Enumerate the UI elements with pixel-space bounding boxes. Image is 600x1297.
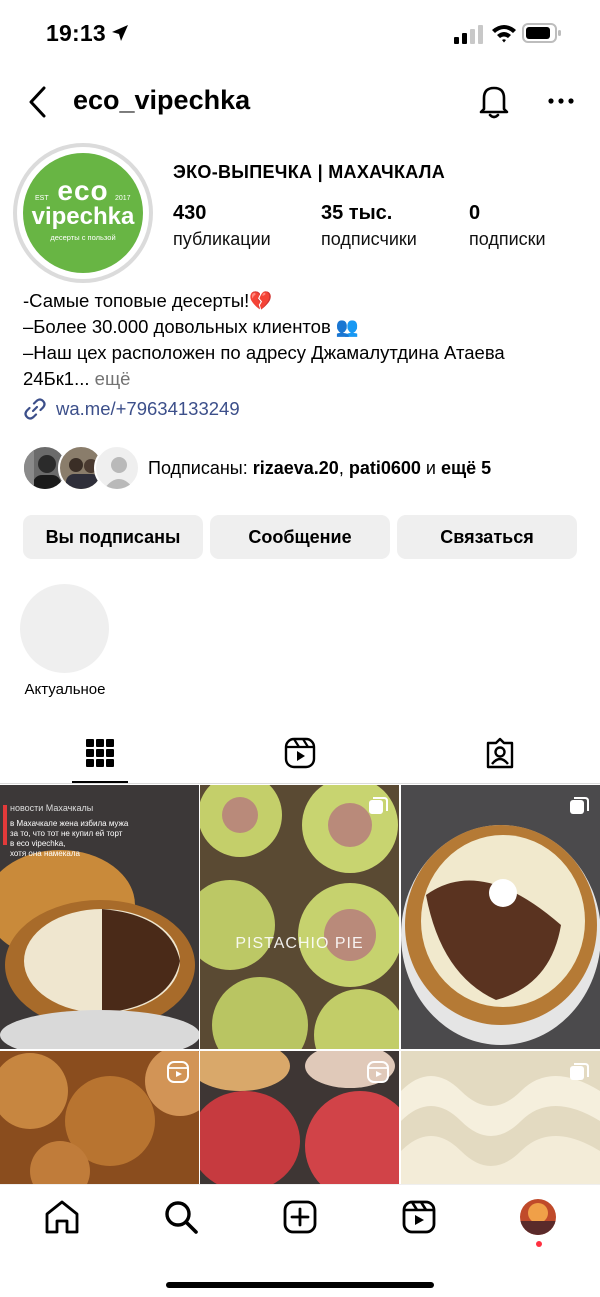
bottom-navigation <box>0 1184 600 1297</box>
reel-icon <box>167 1061 189 1083</box>
logo-est-text: EST <box>35 195 49 202</box>
profile-avatar-image <box>520 1199 556 1235</box>
stat-posts-value: 430 <box>173 202 207 224</box>
tab-reels[interactable] <box>200 726 400 784</box>
profile-header: eco_vipechka <box>0 72 600 132</box>
notification-bell-icon[interactable] <box>476 82 512 120</box>
reels-nav-icon[interactable] <box>399 1197 439 1237</box>
profile-bio: -Самые топовые десерты!💔 –Более 30.000 д… <box>23 288 583 392</box>
highlight-circle[interactable] <box>20 584 109 673</box>
profile-tabs <box>0 726 600 784</box>
post-overlay-line: в eco vipechka, <box>10 839 66 848</box>
post-image <box>200 785 399 1049</box>
stat-followers-value: 35 тыс. <box>321 202 393 224</box>
profile-username: eco_vipechka <box>73 85 251 115</box>
reels-icon <box>284 737 316 769</box>
bio-line: –Наш цех расположен по адресу Джамалутди… <box>23 342 505 363</box>
post-overlay-title: новости Махачкалы <box>10 803 94 813</box>
follower-avatar-placeholder <box>94 445 140 491</box>
create-post-icon[interactable] <box>280 1197 320 1237</box>
post-overlay-line: в Махачкале жена избила мужа <box>10 819 129 828</box>
tagged-person-icon <box>486 737 514 769</box>
followed-by-more: ещё 5 <box>440 458 492 478</box>
search-icon[interactable] <box>161 1197 201 1237</box>
followed-by-row[interactable]: Подписаны: rizaeva.20, pati0600 и ещё 5 <box>22 444 582 492</box>
post-thumbnail[interactable] <box>200 1051 399 1185</box>
post-thumbnail[interactable] <box>0 1051 199 1185</box>
logo-year-text: 2017 <box>115 195 131 202</box>
stat-followers[interactable]: 35 тыс. подписчики <box>321 202 417 250</box>
stat-following-label: подписки <box>469 229 546 249</box>
home-icon[interactable] <box>42 1197 82 1237</box>
active-tab-indicator <box>72 781 128 783</box>
posts-grid: новости Махачкалы в Махачкале жена избил… <box>0 785 600 1185</box>
home-indicator <box>166 1282 434 1288</box>
reel-icon <box>367 1061 389 1083</box>
followed-by-text: Подписаны: rizaeva.20, pati0600 и ещё 5 <box>148 458 491 479</box>
followed-by-user: pati0600 <box>348 458 421 478</box>
stat-posts[interactable]: 430 публикации <box>173 202 271 250</box>
profile-full-name: ЭКО-ВЫПЕЧКА | МАХАЧКАЛА <box>173 162 446 182</box>
profile-avatar[interactable]: eco EST 2017 vipechka десерты с пользой <box>23 153 143 273</box>
post-overlay-line: за то, что тот не купил ей торт <box>10 829 123 838</box>
status-bar: 19:13 <box>0 0 600 68</box>
following-button[interactable]: Вы подписаны <box>23 515 203 559</box>
tab-posts-grid[interactable] <box>0 726 200 784</box>
carousel-icon <box>570 797 589 814</box>
cellular-signal-icon <box>454 25 483 44</box>
link-chain-icon <box>24 398 46 420</box>
bio-line: -Самые топовые десерты!💔 <box>23 290 273 311</box>
battery-icon <box>522 23 561 43</box>
post-thumbnail[interactable] <box>401 785 600 1049</box>
logo-vipechka-text: vipechka <box>31 203 135 230</box>
followed-by-user: rizaeva.20 <box>252 458 339 478</box>
location-arrow-icon <box>112 25 128 41</box>
stat-following[interactable]: 0 подписки <box>469 202 546 250</box>
stat-following-value: 0 <box>469 202 481 224</box>
tab-tagged[interactable] <box>400 726 600 784</box>
stat-posts-label: публикации <box>173 229 271 249</box>
followed-by-prefix: Подписаны: <box>148 458 253 478</box>
post-image <box>401 785 600 1049</box>
notification-dot <box>536 1241 542 1247</box>
post-thumbnail[interactable] <box>401 1051 600 1185</box>
bio-line-text: 24Бк1... <box>23 368 90 389</box>
wifi-icon <box>492 25 516 43</box>
carousel-icon <box>570 1063 589 1080</box>
followed-by-and: и <box>420 458 441 478</box>
post-thumbnail[interactable]: PISTACHIO PIE <box>200 785 399 1049</box>
bio-line-last: 24Бк1... ещё <box>23 366 583 392</box>
post-overlay-line: хотя она намекала <box>10 849 80 858</box>
followed-by-separator: , <box>338 458 349 478</box>
bio-more-link[interactable]: ещё <box>95 368 131 389</box>
profile-link-text[interactable]: wa.me/+79634133249 <box>56 398 240 420</box>
logo-tagline: десерты с пользой <box>50 233 116 242</box>
status-time: 19:13 <box>46 20 106 46</box>
back-arrow-icon[interactable] <box>24 84 54 120</box>
bio-line: –Более 30.000 довольных клиентов 👥 <box>23 316 359 337</box>
highlight-label: Актуальное <box>24 681 106 698</box>
contact-button[interactable]: Связаться <box>397 515 577 559</box>
carousel-icon <box>369 797 388 814</box>
post-caption-overlay: PISTACHIO PIE <box>235 935 364 952</box>
message-button[interactable]: Сообщение <box>210 515 390 559</box>
grid-icon <box>86 739 114 767</box>
profile-avatar-tab[interactable] <box>520 1199 556 1235</box>
stat-followers-label: подписчики <box>321 229 417 249</box>
post-thumbnail[interactable]: новости Махачкалы в Махачкале жена избил… <box>0 785 199 1049</box>
more-options-icon[interactable] <box>545 90 577 112</box>
